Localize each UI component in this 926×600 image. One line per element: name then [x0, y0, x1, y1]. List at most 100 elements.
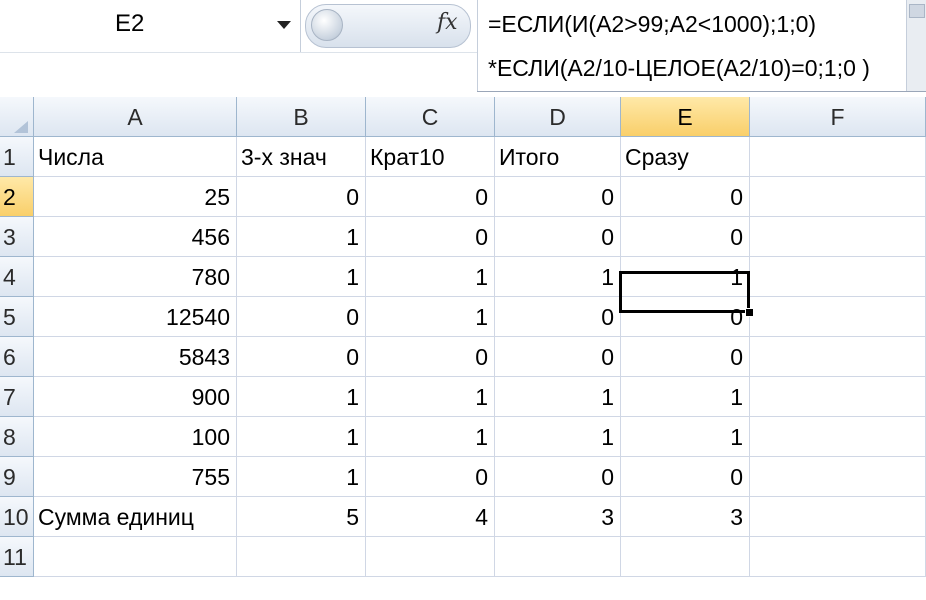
table-row: 7 900 1 1 1 1	[0, 377, 926, 417]
cell-e9[interactable]: 0	[621, 457, 750, 497]
scroll-up-icon[interactable]	[909, 4, 925, 18]
cell-d6[interactable]: 0	[495, 337, 621, 377]
column-header-b[interactable]: B	[237, 97, 366, 137]
cell-c2[interactable]: 0	[366, 177, 495, 217]
cell-b5[interactable]: 0	[237, 297, 366, 337]
cell-b11[interactable]	[237, 537, 366, 577]
row-header[interactable]: 9	[0, 457, 34, 497]
cell-a2[interactable]: 25	[34, 177, 237, 217]
cell-d9[interactable]: 0	[495, 457, 621, 497]
cell-a5[interactable]: 12540	[34, 297, 237, 337]
cell-b8[interactable]: 1	[237, 417, 366, 457]
cell-a1[interactable]: Числа	[34, 137, 237, 177]
cell-b6[interactable]: 0	[237, 337, 366, 377]
column-header-row: A B C D E F	[0, 97, 926, 137]
cell-c7[interactable]: 1	[366, 377, 495, 417]
row-header[interactable]: 8	[0, 417, 34, 457]
cell-a6[interactable]: 5843	[34, 337, 237, 377]
table-row: 5 12540 0 1 0 0	[0, 297, 926, 337]
cell-b1[interactable]: 3-х знач	[237, 137, 366, 177]
row-header[interactable]: 10	[0, 497, 34, 537]
cell-e1[interactable]: Сразу	[621, 137, 750, 177]
column-header-d[interactable]: D	[495, 97, 621, 137]
cell-e4[interactable]: 1	[621, 257, 750, 297]
row-header[interactable]: 4	[0, 257, 34, 297]
row-header[interactable]: 6	[0, 337, 34, 377]
splitter-knob-icon[interactable]	[311, 9, 343, 41]
name-box[interactable]: E2	[0, 0, 301, 52]
cell-f6[interactable]	[750, 337, 926, 377]
cell-a3[interactable]: 456	[34, 217, 237, 257]
cell-a8[interactable]: 100	[34, 417, 237, 457]
cell-e11[interactable]	[621, 537, 750, 577]
cell-e2[interactable]: 0	[621, 177, 750, 217]
cell-f10[interactable]	[750, 497, 926, 537]
cell-d4[interactable]: 1	[495, 257, 621, 297]
cell-d8[interactable]: 1	[495, 417, 621, 457]
select-all-button[interactable]	[0, 97, 34, 137]
cell-c1[interactable]: Крат10	[366, 137, 495, 177]
cell-b7[interactable]: 1	[237, 377, 366, 417]
cell-f5[interactable]	[750, 297, 926, 337]
cell-c11[interactable]	[366, 537, 495, 577]
cell-c4[interactable]: 1	[366, 257, 495, 297]
cell-e6[interactable]: 0	[621, 337, 750, 377]
row-header[interactable]: 1	[0, 137, 34, 177]
cell-b4[interactable]: 1	[237, 257, 366, 297]
row-header[interactable]: 11	[0, 537, 34, 577]
cell-d3[interactable]: 0	[495, 217, 621, 257]
row-header[interactable]: 7	[0, 377, 34, 417]
formula-input-line-2[interactable]: *ЕСЛИ(A2/10-ЦЕЛОЕ(A2/10)=0;1;0 )	[488, 55, 870, 82]
column-header-e[interactable]: E	[621, 97, 750, 137]
fill-handle[interactable]	[745, 308, 754, 317]
cell-d7[interactable]: 1	[495, 377, 621, 417]
cell-d10[interactable]: 3	[495, 497, 621, 537]
cell-d11[interactable]	[495, 537, 621, 577]
cell-c5[interactable]: 1	[366, 297, 495, 337]
cell-a4[interactable]: 780	[34, 257, 237, 297]
table-row: 8 100 1 1 1 1	[0, 417, 926, 457]
cell-e7[interactable]: 1	[621, 377, 750, 417]
name-box-value[interactable]: E2	[115, 10, 144, 38]
row-header[interactable]: 5	[0, 297, 34, 337]
cell-f9[interactable]	[750, 457, 926, 497]
cell-f2[interactable]	[750, 177, 926, 217]
cell-c9[interactable]: 0	[366, 457, 495, 497]
chevron-down-icon[interactable]	[277, 21, 291, 29]
cell-d5[interactable]: 0	[495, 297, 621, 337]
cell-a9[interactable]: 755	[34, 457, 237, 497]
cell-b2[interactable]: 0	[237, 177, 366, 217]
column-header-c[interactable]: C	[366, 97, 495, 137]
cell-f11[interactable]	[750, 537, 926, 577]
cell-e3[interactable]: 0	[621, 217, 750, 257]
formula-divider	[477, 0, 478, 91]
table-row: 3 456 1 0 0 0	[0, 217, 926, 257]
cell-b10[interactable]: 5	[237, 497, 366, 537]
column-header-f[interactable]: F	[750, 97, 926, 137]
cell-f3[interactable]	[750, 217, 926, 257]
cell-f4[interactable]	[750, 257, 926, 297]
formula-input-line-1[interactable]: =ЕСЛИ(И(A2>99;A2<1000);1;0)	[488, 11, 816, 38]
cell-b9[interactable]: 1	[237, 457, 366, 497]
cell-e8[interactable]: 1	[621, 417, 750, 457]
cell-f7[interactable]	[750, 377, 926, 417]
cell-c3[interactable]: 0	[366, 217, 495, 257]
cell-c8[interactable]: 1	[366, 417, 495, 457]
column-header-a[interactable]: A	[34, 97, 237, 137]
cell-b3[interactable]: 1	[237, 217, 366, 257]
cell-a7[interactable]: 900	[34, 377, 237, 417]
cell-a11[interactable]	[34, 537, 237, 577]
cell-e5[interactable]: 0	[621, 297, 750, 337]
cell-f8[interactable]	[750, 417, 926, 457]
cell-d1[interactable]: Итого	[495, 137, 621, 177]
insert-function-icon[interactable]: fx	[437, 10, 458, 35]
cell-f1[interactable]	[750, 137, 926, 177]
cell-c6[interactable]: 0	[366, 337, 495, 377]
row-header[interactable]: 3	[0, 217, 34, 257]
cell-e10[interactable]: 3	[621, 497, 750, 537]
cell-d2[interactable]: 0	[495, 177, 621, 217]
formula-bar: E2 fx =ЕСЛИ(И(A2>99;A2<1000);1;0) *ЕСЛИ(…	[0, 0, 926, 92]
cell-c10[interactable]: 4	[366, 497, 495, 537]
row-header[interactable]: 2	[0, 177, 34, 217]
cell-a10[interactable]: Сумма единиц	[34, 497, 237, 537]
